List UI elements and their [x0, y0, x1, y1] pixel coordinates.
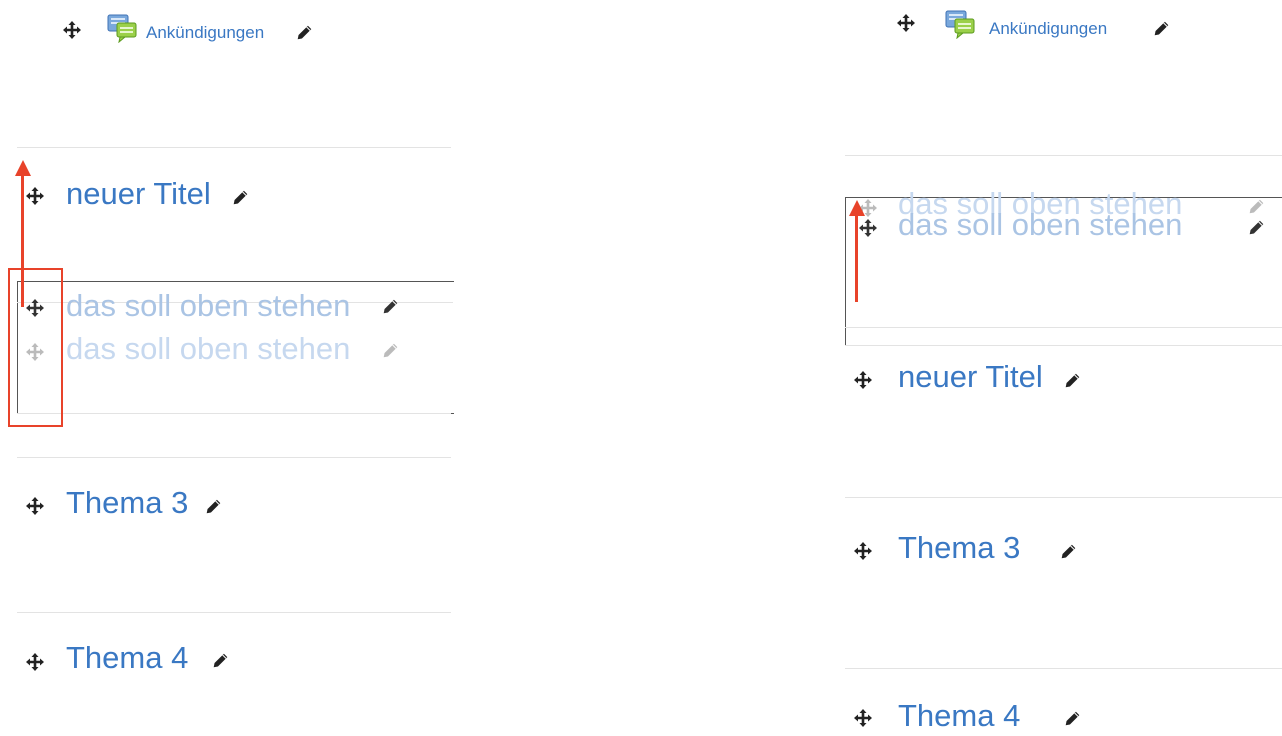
- move-icon[interactable]: [853, 370, 873, 390]
- pencil-icon[interactable]: [1064, 372, 1081, 389]
- section-divider: [17, 147, 451, 148]
- move-icon[interactable]: [25, 652, 45, 672]
- pencil-icon[interactable]: [212, 652, 229, 669]
- annotation-arrow-head: [14, 160, 31, 176]
- pencil-icon[interactable]: [1248, 219, 1265, 236]
- pencil-icon[interactable]: [1060, 543, 1077, 560]
- section-divider: [17, 457, 451, 458]
- section-title-dragged[interactable]: das soll oben stehen: [66, 290, 350, 321]
- annotation-highlight-box: [8, 268, 63, 427]
- section-divider: [845, 155, 1282, 156]
- section-divider: [845, 345, 1282, 346]
- pencil-icon[interactable]: [232, 189, 249, 206]
- annotation-arrow: [855, 212, 858, 302]
- pencil-icon: [1248, 198, 1265, 215]
- section-title-neuer-titel[interactable]: neuer Titel: [898, 361, 1043, 392]
- move-icon[interactable]: [25, 186, 45, 206]
- move-icon[interactable]: [62, 20, 82, 40]
- section-title-thema-4[interactable]: Thema 4: [898, 700, 1020, 731]
- pencil-icon[interactable]: [382, 298, 399, 315]
- move-icon[interactable]: [896, 13, 916, 33]
- section-title-dragged-ghost: das soll oben stehen: [66, 331, 351, 366]
- section-divider: [845, 668, 1282, 669]
- move-icon[interactable]: [853, 541, 873, 561]
- announcements-link[interactable]: Ankündigungen: [989, 20, 1107, 37]
- annotation-arrow-head: [848, 200, 865, 216]
- pencil-icon[interactable]: [1153, 20, 1170, 37]
- section-title-thema-3[interactable]: Thema 3: [66, 487, 188, 518]
- pencil-icon[interactable]: [296, 24, 313, 41]
- pencil-icon: [382, 342, 399, 359]
- move-icon[interactable]: [858, 218, 878, 238]
- annotation-arrow: [21, 175, 24, 307]
- move-icon[interactable]: [25, 496, 45, 516]
- section-title-dragged[interactable]: das soll oben stehen: [898, 209, 1182, 240]
- pencil-icon[interactable]: [205, 498, 222, 515]
- section-divider: [845, 497, 1282, 498]
- section-divider: [17, 612, 451, 613]
- forum-icon: [944, 9, 976, 39]
- section-title-neuer-titel[interactable]: neuer Titel: [66, 178, 211, 209]
- pencil-icon[interactable]: [1064, 710, 1081, 727]
- section-divider: [845, 327, 1282, 328]
- section-divider: [17, 413, 451, 414]
- announcements-link[interactable]: Ankündigungen: [146, 24, 264, 41]
- forum-icon: [106, 13, 138, 43]
- section-title-thema-4[interactable]: Thema 4: [66, 642, 188, 673]
- move-icon[interactable]: [853, 708, 873, 728]
- section-title-thema-3[interactable]: Thema 3: [898, 532, 1020, 563]
